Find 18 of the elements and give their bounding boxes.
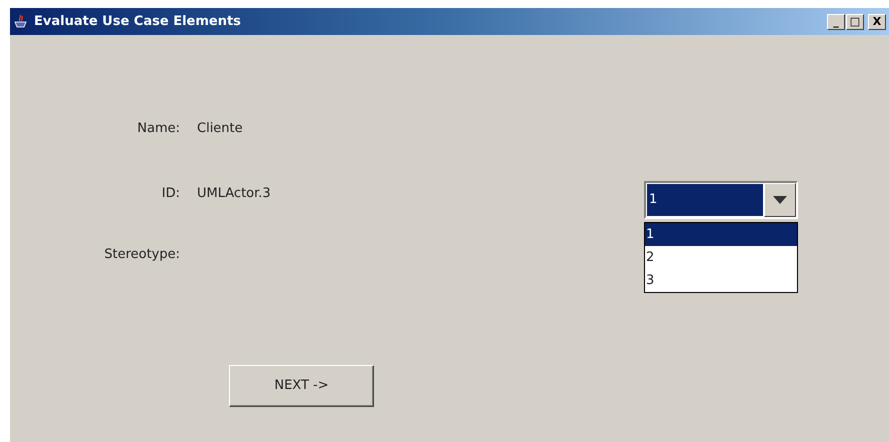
next-button[interactable]: NEXT ->	[229, 365, 374, 407]
field-label: Stereotype:	[103, 246, 180, 264]
dropdown-option[interactable]: 1	[645, 223, 797, 246]
dropdown-option[interactable]: 2	[645, 246, 797, 269]
down-arrow-icon	[773, 196, 787, 204]
coffee-cup-icon	[13, 14, 29, 30]
combo-box[interactable]: 1	[644, 181, 798, 219]
field-label: Name:	[136, 120, 180, 138]
window-control-button[interactable]: _	[827, 14, 845, 30]
window-control-button[interactable]: X	[868, 14, 886, 30]
window-control-button[interactable]: □	[846, 14, 864, 30]
field-value: Cliente	[197, 120, 243, 138]
dropdown-button[interactable]	[764, 183, 796, 217]
combo-value: 1	[646, 183, 764, 217]
field-label: ID:	[160, 184, 180, 202]
field-value: UMLActor.3	[197, 184, 271, 202]
dropdown-option[interactable]: 3	[645, 269, 797, 292]
window-title: Evaluate Use Case Elements	[34, 12, 241, 31]
